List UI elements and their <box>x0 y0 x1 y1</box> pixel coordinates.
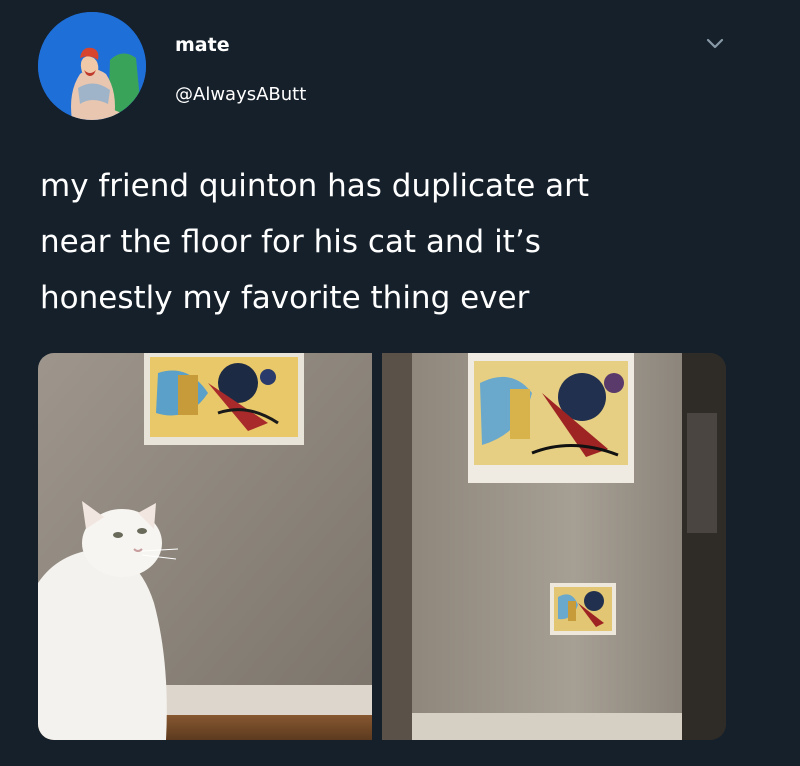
display-name[interactable]: mate <box>175 34 230 56</box>
user-handle[interactable]: @AlwaysAButt <box>175 84 306 105</box>
wall-photo-image <box>382 353 726 740</box>
cat-photo-image <box>38 353 372 740</box>
avatar[interactable] <box>38 12 146 120</box>
photo-duplicate-art-wall[interactable] <box>382 353 726 740</box>
tweet-text: my friend quinton has duplicate art near… <box>40 168 590 316</box>
tweet-card: mate @AlwaysAButt my friend quinton has … <box>0 0 800 766</box>
tweet-media[interactable] <box>38 353 726 740</box>
photo-cat-looking-up[interactable] <box>38 353 372 740</box>
chevron-down-icon[interactable] <box>703 32 727 56</box>
avatar-illustration <box>38 12 146 120</box>
